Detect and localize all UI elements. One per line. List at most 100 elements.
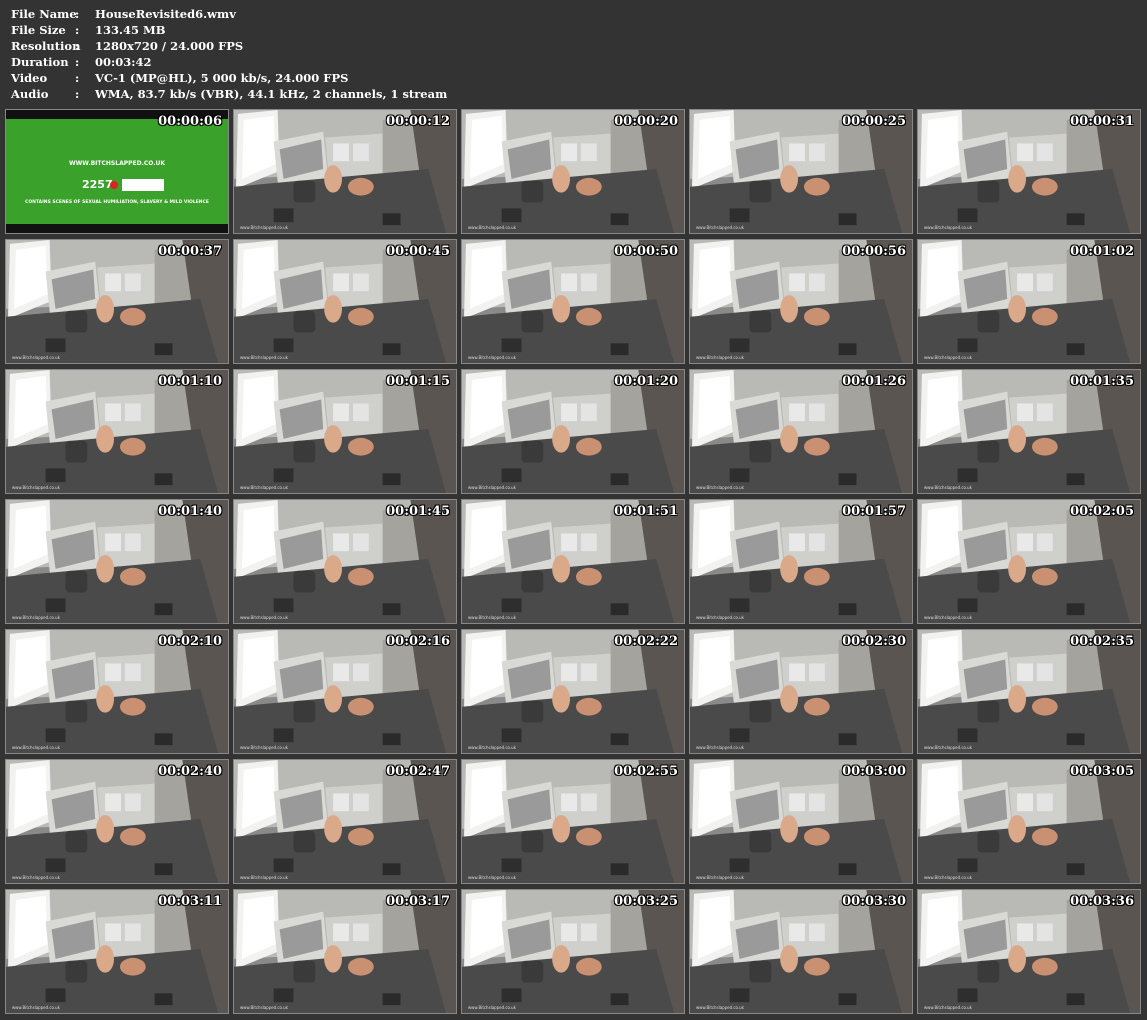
svg-text:www.Bitchslapped.co.uk: www.Bitchslapped.co.uk [240,1005,289,1010]
timestamp: 00:03:00 [842,764,906,779]
timestamp: 00:00:45 [386,244,450,259]
info-label: File Size [11,23,66,37]
video-thumbnail: www.Bitchslapped.co.uk 00:01:51 [461,499,685,624]
svg-text:www.Bitchslapped.co.uk: www.Bitchslapped.co.uk [924,225,973,230]
video-thumbnail: www.Bitchslapped.co.uk 00:01:20 [461,369,685,494]
timestamp: 00:01:26 [842,374,906,389]
video-thumbnail: www.Bitchslapped.co.uk 00:01:15 [233,369,457,494]
svg-text:www.Bitchslapped.co.uk: www.Bitchslapped.co.uk [468,1005,517,1010]
video-thumbnail: www.Bitchslapped.co.uk 00:00:45 [233,239,457,364]
info-separator: : [75,71,80,85]
timestamp: 00:01:45 [386,504,450,519]
timestamp: 00:03:25 [614,894,678,909]
video-thumbnail: www.Bitchslapped.co.uk 00:00:31 [917,109,1141,234]
timestamp: 00:02:47 [386,764,450,779]
info-label: Duration [11,55,69,69]
svg-text:www.Bitchslapped.co.uk: www.Bitchslapped.co.uk [12,355,61,360]
svg-text:www.Bitchslapped.co.uk: www.Bitchslapped.co.uk [12,745,61,750]
video-thumbnail: www.Bitchslapped.co.uk 00:03:25 [461,889,685,1014]
title-card-url: WWW.BITCHSLAPPED.CO.UK [68,160,166,167]
rating-logo-icon [122,179,164,191]
svg-text:www.Bitchslapped.co.uk: www.Bitchslapped.co.uk [240,875,289,880]
video-thumbnail: www.Bitchslapped.co.uk 00:01:40 [5,499,229,624]
video-thumbnail: www.Bitchslapped.co.uk 00:00:25 [689,109,913,234]
video-thumbnail: www.Bitchslapped.co.uk 00:00:12 [233,109,457,234]
svg-text:www.Bitchslapped.co.uk: www.Bitchslapped.co.uk [12,615,61,620]
timestamp: 00:02:05 [1070,504,1134,519]
info-row-resolution: Resolution : 1280x720 / 24.000 FPS [11,38,447,54]
info-label: File Name [11,7,77,21]
video-thumbnail: www.Bitchslapped.co.uk 00:03:11 [5,889,229,1014]
timestamp: 00:00:25 [842,114,906,129]
age-rating-icon [110,181,118,189]
timestamp: 00:00:56 [842,244,906,259]
video-thumbnail: www.Bitchslapped.co.uk 00:02:40 [5,759,229,884]
info-separator: : [75,23,80,37]
info-label: Audio [11,87,49,101]
timestamp: 00:02:22 [614,634,678,649]
timestamp: 00:01:20 [614,374,678,389]
video-thumbnail: www.Bitchslapped.co.uk 00:02:30 [689,629,913,754]
timestamp: 00:00:50 [614,244,678,259]
info-separator: : [75,87,80,101]
svg-text:www.Bitchslapped.co.uk: www.Bitchslapped.co.uk [696,875,745,880]
info-row-audio: Audio : WMA, 83.7 kb/s (VBR), 44.1 kHz, … [11,86,447,102]
timestamp: 00:03:30 [842,894,906,909]
timestamp: 00:01:15 [386,374,450,389]
svg-text:www.Bitchslapped.co.uk: www.Bitchslapped.co.uk [924,485,973,490]
title-card-code: 2257 [82,178,113,191]
info-row-duration: Duration : 00:03:42 [11,54,447,70]
timestamp: 00:00:20 [614,114,678,129]
timestamp: 00:02:35 [1070,634,1134,649]
svg-text:www.Bitchslapped.co.uk: www.Bitchslapped.co.uk [240,615,289,620]
video-thumbnail: www.Bitchslapped.co.uk 00:01:35 [917,369,1141,494]
timestamp: 00:01:02 [1070,244,1134,259]
info-separator: : [75,39,80,53]
info-value: 1280x720 / 24.000 FPS [95,39,244,53]
thumbnail-grid: WWW.BITCHSLAPPED.CO.UK 2257 CONTAINS SCE… [5,109,1141,1014]
timestamp: 00:02:55 [614,764,678,779]
video-thumbnail: www.Bitchslapped.co.uk 00:03:05 [917,759,1141,884]
timestamp: 00:02:40 [158,764,222,779]
timestamp: 00:00:12 [386,114,450,129]
video-thumbnail: www.Bitchslapped.co.uk 00:01:10 [5,369,229,494]
timestamp: 00:02:30 [842,634,906,649]
video-thumbnail: www.Bitchslapped.co.uk 00:02:05 [917,499,1141,624]
info-separator: : [75,55,80,69]
info-label: Resolution [11,39,81,53]
title-card-warning: CONTAINS SCENES OF SEXUAL HUMILIATION, S… [25,200,209,205]
svg-text:www.Bitchslapped.co.uk: www.Bitchslapped.co.uk [924,355,973,360]
timestamp: 00:01:35 [1070,374,1134,389]
svg-text:www.Bitchslapped.co.uk: www.Bitchslapped.co.uk [696,225,745,230]
svg-text:www.Bitchslapped.co.uk: www.Bitchslapped.co.uk [924,1005,973,1010]
info-separator: : [75,7,80,21]
info-value: 00:03:42 [95,55,152,69]
video-thumbnail: www.Bitchslapped.co.uk 00:02:22 [461,629,685,754]
svg-text:www.Bitchslapped.co.uk: www.Bitchslapped.co.uk [240,485,289,490]
info-value: 133.45 MB [95,23,166,37]
timestamp: 00:00:06 [158,114,222,129]
svg-text:www.Bitchslapped.co.uk: www.Bitchslapped.co.uk [696,615,745,620]
video-thumbnail: www.Bitchslapped.co.uk 00:03:00 [689,759,913,884]
info-row-file-name: File Name : HouseRevisited6.wmv [11,6,447,22]
video-thumbnail: www.Bitchslapped.co.uk 00:01:02 [917,239,1141,364]
svg-text:www.Bitchslapped.co.uk: www.Bitchslapped.co.uk [924,875,973,880]
timestamp: 00:02:10 [158,634,222,649]
video-thumbnail: www.Bitchslapped.co.uk 00:03:17 [233,889,457,1014]
timestamp: 00:03:11 [158,894,222,909]
svg-text:www.Bitchslapped.co.uk: www.Bitchslapped.co.uk [12,875,61,880]
timestamp: 00:00:37 [158,244,222,259]
svg-text:www.Bitchslapped.co.uk: www.Bitchslapped.co.uk [924,615,973,620]
video-thumbnail: WWW.BITCHSLAPPED.CO.UK 2257 CONTAINS SCE… [5,109,229,234]
info-label: Video [11,71,48,85]
svg-text:www.Bitchslapped.co.uk: www.Bitchslapped.co.uk [468,355,517,360]
svg-text:www.Bitchslapped.co.uk: www.Bitchslapped.co.uk [696,355,745,360]
video-thumbnail: www.Bitchslapped.co.uk 00:02:35 [917,629,1141,754]
timestamp: 00:01:57 [842,504,906,519]
file-info: File Name : HouseRevisited6.wmv File Siz… [11,6,447,102]
svg-text:www.Bitchslapped.co.uk: www.Bitchslapped.co.uk [468,485,517,490]
info-row-video: Video : VC-1 (MP@HL), 5 000 kb/s, 24.000… [11,70,447,86]
timestamp: 00:03:17 [386,894,450,909]
video-thumbnail: www.Bitchslapped.co.uk 00:02:16 [233,629,457,754]
svg-text:www.Bitchslapped.co.uk: www.Bitchslapped.co.uk [468,225,517,230]
